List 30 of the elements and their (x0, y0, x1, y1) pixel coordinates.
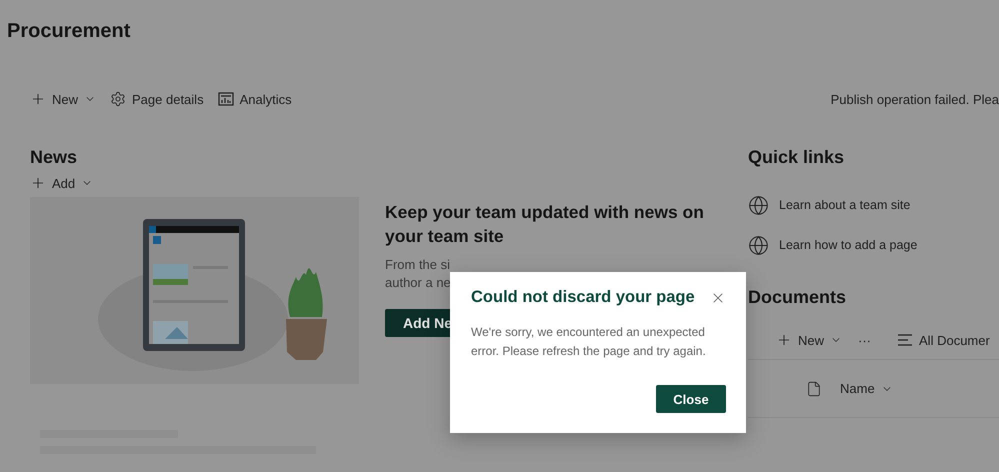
view-button[interactable]: All Documer (897, 332, 990, 348)
quick-link[interactable]: Learn about a team site (748, 185, 910, 225)
command-button[interactable]: Analytics (218, 92, 292, 106)
settings-icon (110, 91, 126, 107)
plus-icon (776, 332, 792, 348)
chart-icon (218, 92, 234, 106)
quick-link[interactable]: Learn how to add a page (748, 225, 918, 265)
globe-icon (748, 234, 769, 256)
add-button[interactable]: Add (30, 175, 94, 191)
plus-icon (30, 91, 46, 107)
dialog-title: Could not discard your page (471, 288, 695, 307)
status-message: Publish operation failed. Plea (830, 92, 999, 106)
more-button[interactable]: ··· (858, 332, 872, 348)
dialog-message: We're sorry, we encountered an unexpected error. Please refresh the page and try again. (471, 324, 707, 360)
section-title: Quick links (748, 147, 846, 169)
column-header[interactable]: Name (840, 381, 893, 396)
file-icon (806, 380, 822, 396)
section-title: News (30, 147, 78, 169)
hero-heading: Keep your team updated with news on your team site (385, 201, 705, 248)
command-button[interactable]: Page details (110, 91, 204, 107)
globe-icon (748, 194, 769, 216)
list-icon (897, 334, 914, 346)
close-button[interactable]: Close (656, 385, 726, 413)
section-title: Documents (748, 287, 846, 309)
plus-icon (30, 175, 46, 191)
hero-text: From the si (385, 256, 450, 274)
new-button[interactable]: New (776, 332, 842, 348)
hero-text: author a ne (385, 274, 451, 292)
page-title: Procurement (7, 20, 130, 43)
command-button[interactable]: New (30, 91, 96, 107)
